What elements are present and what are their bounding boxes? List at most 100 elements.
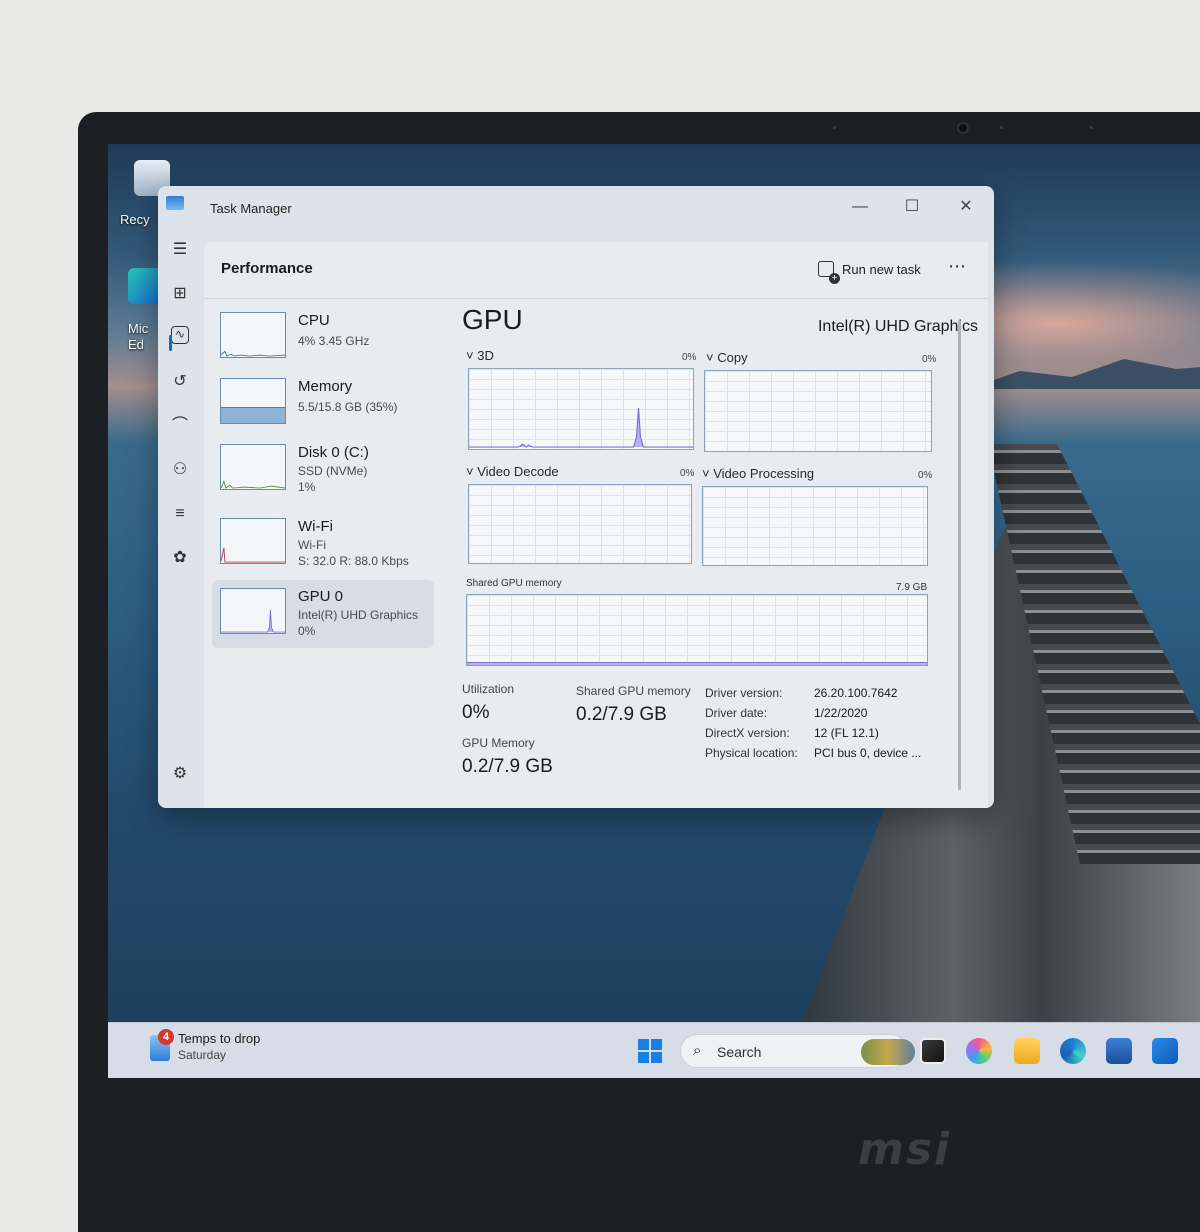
memory-mini-graph <box>220 378 286 424</box>
disk-type: SSD (NVMe) <box>298 464 368 478</box>
run-task-icon <box>818 261 840 284</box>
app-history-icon[interactable]: ↺ <box>168 370 192 394</box>
utilization-label: Utilization <box>462 682 515 696</box>
shared-memory-value: 0.2/7.9 GB <box>576 704 667 725</box>
perf-item-memory[interactable]: Memory 5.5/15.8 GB (35%) <box>212 370 434 438</box>
hamburger-icon[interactable]: ☰ <box>168 238 192 262</box>
more-options-icon[interactable]: ⋯ <box>948 256 967 277</box>
edge-shortcut-label: Mic Ed <box>128 321 149 352</box>
memory-usage: 5.5/15.8 GB (35%) <box>298 400 398 414</box>
utilization-value: 0% <box>462 702 490 723</box>
driver-date-label: Driver date: <box>705 706 768 720</box>
engine-copy-graph <box>704 370 932 452</box>
task-view-icon[interactable] <box>920 1038 946 1064</box>
users-icon[interactable]: ⚇ <box>168 458 192 482</box>
scrollbar[interactable] <box>958 320 961 790</box>
disk-label: Disk 0 (C:) <box>298 444 369 461</box>
engine-video-processing-pct: 0% <box>918 470 933 481</box>
search-label: Search <box>717 1044 762 1060</box>
brand-logo: msi <box>858 1124 952 1175</box>
cpu-usage: 4% 3.45 GHz <box>298 334 370 348</box>
engine-video-processing-graph <box>702 486 928 566</box>
services-icon[interactable]: ✿ <box>168 546 192 570</box>
outlook-icon[interactable] <box>1152 1038 1178 1064</box>
physical-location-value: PCI bus 0, device ... <box>814 746 922 760</box>
performance-icon[interactable]: ∿ <box>169 326 189 351</box>
minimize-button[interactable]: — <box>840 192 880 222</box>
maximize-button[interactable]: ☐ <box>892 192 932 222</box>
start-button[interactable] <box>638 1039 662 1063</box>
search-highlight-icon <box>861 1039 915 1065</box>
edge-icon[interactable] <box>1060 1038 1086 1064</box>
weather-headline[interactable]: Temps to drop <box>178 1031 260 1046</box>
driver-date-value: 1/22/2020 <box>814 706 868 720</box>
sensor-dot <box>833 126 836 129</box>
search-icon: ⌕ <box>693 1042 702 1059</box>
engine-video-decode-graph <box>468 484 692 564</box>
task-manager-app-icon <box>166 196 184 210</box>
gpu-model-sub: Intel(R) UHD Graphics <box>298 608 419 622</box>
gpu-detail-panel: GPU Intel(R) UHD Graphics ˅ 3D 0% ˅ Copy… <box>462 304 984 804</box>
recycle-bin-label: Recy <box>120 212 150 227</box>
processes-icon[interactable]: ⊞ <box>168 282 192 306</box>
engine-video-decode-dropdown[interactable]: ˅ Video Decode <box>466 464 559 479</box>
gpu-memory-label: GPU Memory <box>462 736 535 750</box>
nav-active-indicator <box>169 335 172 351</box>
settings-icon[interactable]: ⚙ <box>168 762 192 786</box>
cpu-mini-graph <box>220 312 286 358</box>
shared-memory-label: Shared GPU memory <box>576 684 691 698</box>
wifi-throughput: S: 32.0 R: 88.0 Kbps <box>298 554 409 568</box>
perf-item-disk[interactable]: Disk 0 (C:) SSD (NVMe) 1% <box>212 436 434 504</box>
engine-video-decode-pct: 0% <box>680 468 695 479</box>
engine-3d-graph <box>468 368 694 450</box>
physical-location-label: Physical location: <box>705 746 798 760</box>
cpu-label: CPU <box>298 312 330 329</box>
startup-apps-icon[interactable]: ⌒ <box>168 414 192 438</box>
sensor-dot <box>1090 126 1093 129</box>
engine-copy-label: Copy <box>717 350 748 365</box>
perf-item-wifi[interactable]: Wi-Fi Wi-Fi S: 32.0 R: 88.0 Kbps <box>212 510 434 578</box>
store-icon[interactable] <box>1106 1038 1132 1064</box>
taskbar-search-box[interactable]: ⌕ Search <box>680 1034 915 1068</box>
directx-version-value: 12 (FL 12.1) <box>814 726 879 740</box>
gpu-memory-value: 0.2/7.9 GB <box>462 756 553 777</box>
shared-memory-graph-label: Shared GPU memory <box>466 578 562 589</box>
file-explorer-icon[interactable] <box>1014 1038 1040 1064</box>
engine-video-processing-label: Video Processing <box>713 466 815 481</box>
page-title: Performance <box>221 260 313 277</box>
wifi-label: Wi-Fi <box>298 518 333 535</box>
driver-version-value: 26.20.100.7642 <box>814 686 898 700</box>
gpu-usage: 0% <box>298 624 316 638</box>
header-divider <box>204 298 988 299</box>
run-new-task-label: Run new task <box>842 261 921 277</box>
gpu-model-name: Intel(R) UHD Graphics <box>817 318 978 335</box>
engine-video-decode-label: Video Decode <box>477 464 559 479</box>
engine-video-processing-dropdown[interactable]: ˅ Video Processing <box>702 466 814 481</box>
run-new-task-button[interactable]: Run new task <box>810 254 929 284</box>
webcam <box>957 122 969 134</box>
engine-3d-label: 3D <box>477 348 494 363</box>
memory-label: Memory <box>298 378 353 395</box>
gpu-title: GPU <box>462 304 523 335</box>
gpu-label: GPU 0 <box>298 588 344 605</box>
disk-mini-graph <box>220 444 286 490</box>
weather-badge: 4 <box>158 1029 174 1045</box>
perf-item-gpu[interactable]: GPU 0 Intel(R) UHD Graphics 0% <box>212 580 434 648</box>
wifi-mini-graph <box>220 518 286 564</box>
sensor-dot <box>1000 126 1003 129</box>
gpu-mini-graph <box>220 588 286 634</box>
engine-3d-pct: 0% <box>682 352 697 363</box>
perf-item-cpu[interactable]: CPU 4% 3.45 GHz <box>212 304 434 372</box>
copilot-icon[interactable] <box>966 1038 992 1064</box>
directx-version-label: DirectX version: <box>705 726 790 740</box>
shared-memory-graph <box>466 594 928 666</box>
window-title: Task Manager <box>210 201 292 216</box>
details-icon[interactable]: ≡ <box>168 502 192 526</box>
engine-copy-pct: 0% <box>922 354 937 365</box>
close-button[interactable]: ✕ <box>946 192 986 222</box>
shared-memory-max: 7.9 GB <box>896 582 928 593</box>
engine-copy-dropdown[interactable]: ˅ Copy <box>706 350 748 365</box>
engine-3d-dropdown[interactable]: ˅ 3D <box>466 348 494 363</box>
title-bar[interactable]: Task Manager — ☐ ✕ <box>158 186 994 232</box>
content-pane: Performance Run new task ⋯ CPU 4% 3.45 G… <box>204 242 988 808</box>
